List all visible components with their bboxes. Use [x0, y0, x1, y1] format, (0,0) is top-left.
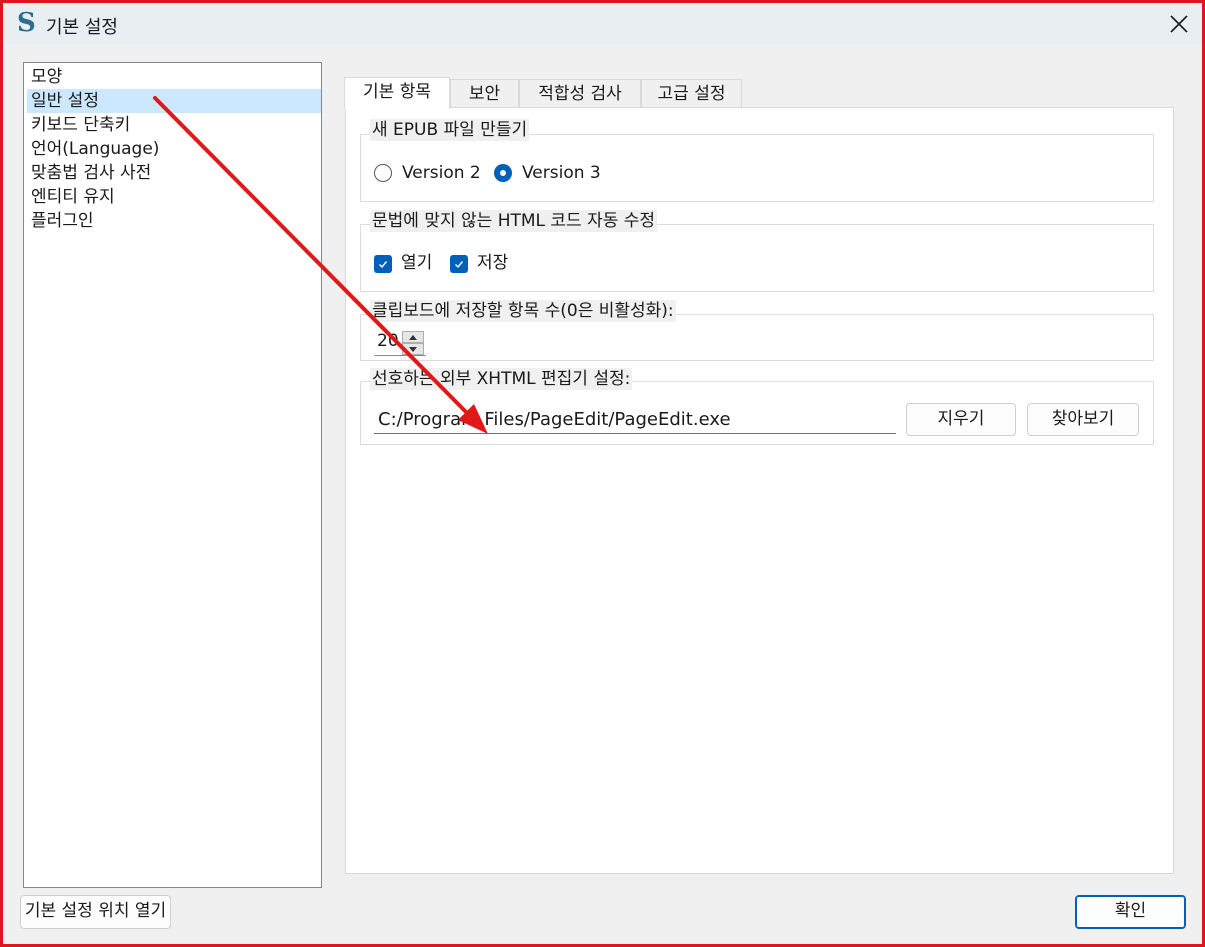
- spin-down-button[interactable]: [402, 343, 424, 355]
- close-button[interactable]: [1162, 7, 1196, 41]
- clear-button[interactable]: 지우기: [906, 403, 1016, 436]
- close-icon: [1170, 15, 1188, 33]
- version-3-radio[interactable]: [494, 164, 512, 182]
- version-2-label[interactable]: Version 2: [402, 162, 481, 184]
- epub-version-legend: 새 EPUB 파일 만들기: [370, 119, 530, 141]
- category-list[interactable]: 모양 일반 설정 키보드 단축키 언어(Language) 맞춤법 검사 사전 …: [23, 62, 322, 888]
- chevron-down-icon: [409, 346, 417, 352]
- xhtml-editor-path-input[interactable]: [374, 405, 896, 434]
- category-item-keyboard-shortcuts[interactable]: 키보드 단축키: [27, 113, 321, 137]
- checkmark-icon: [379, 261, 388, 269]
- checkmark-icon: [455, 261, 464, 269]
- category-item-preserve-entities[interactable]: 엔티티 유지: [27, 185, 321, 209]
- version-2-radio[interactable]: [374, 164, 392, 182]
- tab-advanced[interactable]: 고급 설정: [641, 79, 742, 109]
- category-item-spellcheck-dictionaries[interactable]: 맞춤법 검사 사전: [27, 161, 321, 185]
- sigil-logo-icon: S: [17, 8, 36, 38]
- category-item-plugins[interactable]: 플러그인: [27, 209, 321, 233]
- clipboard-legend: 클립보드에 저장할 항목 수(0은 비활성화):: [370, 300, 676, 322]
- fix-on-open-checkbox[interactable]: [374, 255, 392, 273]
- category-item-language[interactable]: 언어(Language): [27, 137, 321, 161]
- tab-security[interactable]: 보안: [450, 79, 519, 109]
- title-bar: S 기본 설정: [3, 3, 1202, 44]
- category-item-appearance[interactable]: 모양: [27, 65, 321, 89]
- xhtml-editor-legend: 선호하는 외부 XHTML 편집기 설정:: [370, 368, 633, 390]
- tab-general[interactable]: 기본 항목: [344, 77, 450, 109]
- open-preferences-location-button[interactable]: 기본 설정 위치 열기: [20, 895, 171, 929]
- category-item-general[interactable]: 일반 설정: [27, 89, 321, 113]
- fix-on-save-checkbox[interactable]: [450, 255, 468, 273]
- clipboard-count-spinbox[interactable]: 20: [374, 330, 426, 356]
- tab-validation[interactable]: 적합성 검사: [519, 79, 641, 109]
- fix-html-legend: 문법에 맞지 않는 HTML 코드 자동 수정: [370, 210, 658, 232]
- spin-up-button[interactable]: [402, 331, 424, 343]
- ok-button[interactable]: 확인: [1075, 895, 1186, 929]
- fix-on-open-label[interactable]: 열기: [401, 252, 432, 274]
- version-3-label[interactable]: Version 3: [522, 162, 601, 184]
- window-title: 기본 설정: [46, 17, 118, 38]
- browse-button[interactable]: 찾아보기: [1027, 403, 1139, 436]
- chevron-up-icon: [409, 334, 417, 340]
- fix-on-save-label[interactable]: 저장: [477, 252, 508, 274]
- clipboard-count-value[interactable]: 20: [377, 331, 399, 351]
